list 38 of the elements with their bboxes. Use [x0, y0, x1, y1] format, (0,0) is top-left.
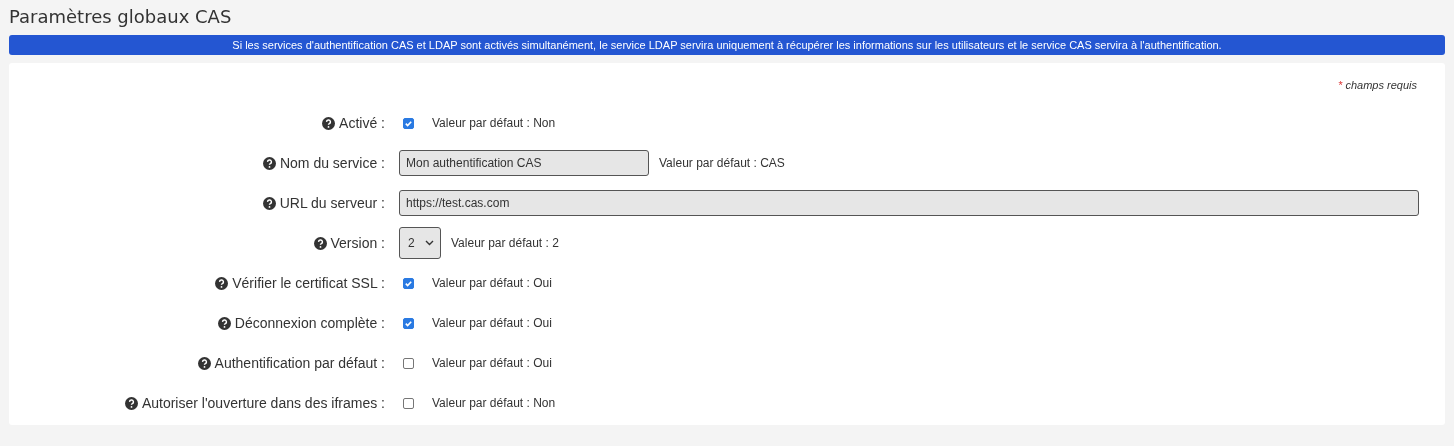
help-icon [217, 316, 231, 330]
checkbox[interactable] [403, 277, 414, 289]
text-field[interactable]: https://test.cas.com [399, 190, 1419, 216]
help-icon [322, 116, 336, 130]
help-icon [313, 236, 327, 250]
default-hint: Valeur par défaut : Non [432, 116, 556, 130]
help-icon [262, 156, 276, 170]
default-hint: Valeur par défaut : Oui [432, 356, 552, 370]
default-hint: Valeur par défaut : CAS [659, 156, 785, 170]
default-hint: Valeur par défaut : Non [432, 396, 556, 410]
chevron-down-icon [425, 240, 434, 246]
field-label: Activé : [339, 115, 385, 131]
field-label: Déconnexion complète : [234, 315, 385, 331]
version-select[interactable]: 2 [399, 227, 441, 259]
page-title: Paramètres globaux CAS [9, 6, 233, 27]
default-hint: Valeur par défaut : 2 [451, 236, 559, 250]
field-label: Version : [330, 235, 385, 251]
info-banner: Si les services d'authentification CAS et LDAP sont activés simultanément, le service LDAP servira uniquement à récupérer les informations sur les utilisateurs et le service CAS servira à l'authentification. [9, 35, 1445, 55]
help-icon [124, 396, 138, 410]
default-hint: Valeur par défaut : Oui [432, 276, 552, 290]
help-icon [197, 356, 211, 370]
default-hint: Valeur par défaut : Oui [432, 316, 552, 330]
field-label: Vérifier le certificat SSL : [232, 275, 385, 291]
field-label: URL du serveur : [279, 195, 385, 211]
help-icon [262, 196, 276, 210]
check-icon [404, 278, 413, 288]
checkbox[interactable] [403, 397, 414, 409]
checkbox[interactable] [403, 357, 414, 369]
checkbox[interactable] [403, 317, 414, 329]
checkbox[interactable] [403, 117, 414, 129]
help-icon [215, 276, 229, 290]
field-label: Nom du service : [279, 155, 385, 171]
text-field[interactable]: Mon authentification CAS [399, 150, 649, 176]
field-label: Autoriser l'ouverture dans des iframes : [141, 395, 385, 411]
check-icon [404, 318, 413, 328]
check-icon [404, 118, 413, 128]
required-note: * champs requis [1338, 79, 1417, 91]
field-label: Authentification par défaut : [214, 355, 385, 371]
